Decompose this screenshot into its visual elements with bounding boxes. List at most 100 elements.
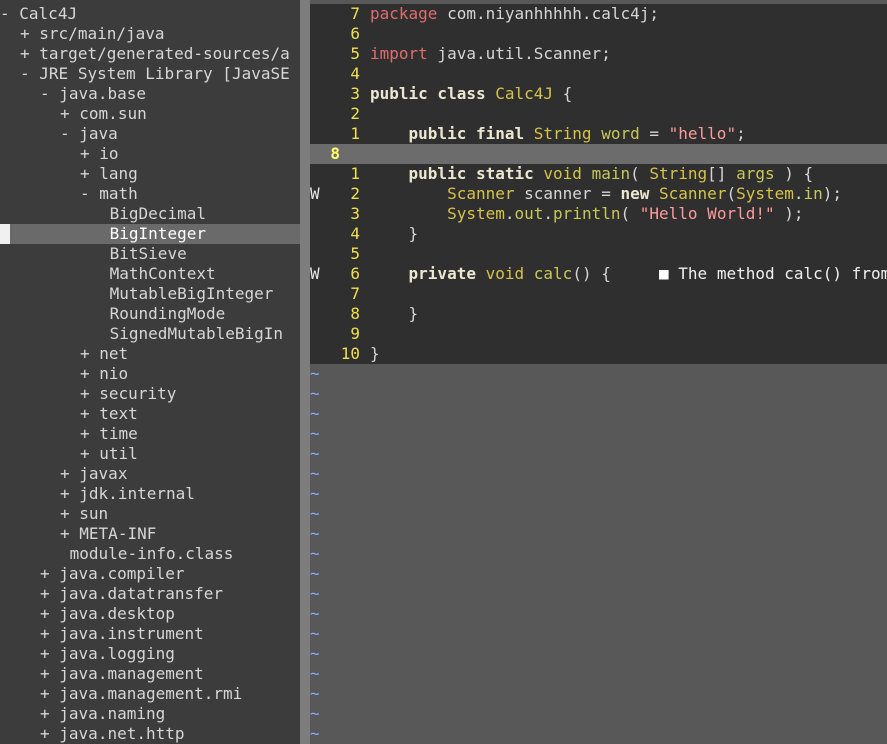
code-line[interactable]: 5 [310, 244, 887, 264]
tree-item[interactable]: MathContext [0, 264, 300, 284]
code-line[interactable]: 7 [310, 284, 887, 304]
tree-item[interactable]: module-info.class [0, 544, 300, 564]
tree-item[interactable]: + net [0, 344, 300, 364]
file-tree-panel[interactable]: - Calc4J + src/main/java + target/generate… [0, 0, 300, 744]
tree-item[interactable]: + nio [0, 364, 300, 384]
tree-item-marker[interactable]: + [40, 684, 50, 703]
tree-item[interactable]: + security [0, 384, 300, 404]
tree-item[interactable]: + java.net.http [0, 724, 300, 744]
tree-item[interactable]: + com.sun [0, 104, 300, 124]
tree-item-marker[interactable]: + [20, 44, 30, 63]
code-line[interactable]: 3 public class Calc4J { [310, 84, 887, 104]
tree-item-marker[interactable]: + [40, 644, 50, 663]
tree-item[interactable]: + java.logging [0, 644, 300, 664]
tree-item[interactable]: RoundingMode [0, 304, 300, 324]
tree-item-marker[interactable]: + [60, 104, 70, 123]
tree-item[interactable]: - math [0, 184, 300, 204]
tree-item[interactable]: + sun [0, 504, 300, 524]
tree-item[interactable]: + java.management [0, 664, 300, 684]
tree-item-marker[interactable]: + [40, 624, 50, 643]
tree-item-marker[interactable]: + [60, 484, 70, 503]
tree-item-marker[interactable]: - [0, 4, 10, 23]
code-text[interactable]: package com.niyanhhhhh.calc4j; [370, 4, 659, 24]
tree-item[interactable]: - java [0, 124, 300, 144]
tree-item-marker[interactable]: + [80, 424, 90, 443]
tree-item-marker[interactable]: + [40, 564, 50, 583]
tree-item-marker[interactable]: - [60, 124, 70, 143]
tree-item[interactable]: + java.naming [0, 704, 300, 724]
tree-item[interactable]: + lang [0, 164, 300, 184]
code-line[interactable]: 1 public static void main( String[] args… [310, 164, 887, 184]
tree-item-marker[interactable]: + [60, 504, 70, 523]
tree-item-marker[interactable]: - [80, 184, 90, 203]
tree-item[interactable]: - Calc4J [0, 4, 300, 24]
code-line[interactable]: W2 Scanner scanner = new Scanner(System.… [310, 184, 887, 204]
tree-item-marker[interactable]: + [60, 524, 70, 543]
tree-item-marker[interactable]: + [20, 24, 30, 43]
code-editor[interactable]: 7 package com.niyanhhhhh.calc4j; 6 5 import … [310, 0, 887, 744]
code-line[interactable]: 1 public final String word = "hello"; [310, 124, 887, 144]
tree-item-marker[interactable]: + [40, 604, 50, 623]
tree-item[interactable]: - java.base [0, 84, 300, 104]
tree-item-marker[interactable]: + [80, 164, 90, 183]
code-line[interactable]: W6 private void calc() { ■ The method ca… [310, 264, 887, 284]
tree-item[interactable]: + io [0, 144, 300, 164]
code-token: calc [533, 264, 573, 283]
code-text[interactable]: public static void main( String[] args )… [370, 164, 814, 184]
tree-item[interactable]: + java.instrument [0, 624, 300, 644]
tree-item[interactable]: MutableBigInteger [0, 284, 300, 304]
code-text[interactable]: } [370, 224, 419, 244]
tree-item[interactable]: - JRE System Library [JavaSE [0, 64, 300, 84]
tree-item-marker[interactable]: + [80, 404, 90, 423]
code-line[interactable]: 5 import java.util.Scanner; [310, 44, 887, 64]
tree-item[interactable]: BigInteger [0, 224, 300, 244]
tree-item[interactable]: + java.compiler [0, 564, 300, 584]
code-text[interactable]: public final String word = "hello"; [370, 124, 746, 144]
code-text[interactable]: Scanner scanner = new Scanner(System.in)… [370, 184, 842, 204]
tree-item[interactable]: + util [0, 444, 300, 464]
tree-item-marker[interactable]: + [80, 444, 90, 463]
tree-item[interactable]: + java.management.rmi [0, 684, 300, 704]
tree-item[interactable]: + text [0, 404, 300, 424]
tree-item-marker[interactable]: + [40, 724, 50, 743]
tree-item[interactable]: BitSieve [0, 244, 300, 264]
tree-item[interactable]: + src/main/java [0, 24, 300, 44]
code-line[interactable]: 10} [310, 344, 887, 364]
tree-item-marker[interactable]: - [40, 84, 50, 103]
code-line[interactable]: 6 [310, 24, 887, 44]
tree-item-marker[interactable]: + [40, 584, 50, 603]
tree-item-marker[interactable]: + [60, 464, 70, 483]
tree-item-marker[interactable]: - [20, 64, 30, 83]
code-text[interactable]: } [370, 304, 419, 324]
tree-item-marker[interactable]: + [40, 704, 50, 723]
tree-item-marker[interactable]: + [80, 384, 90, 403]
tree-item[interactable]: + jdk.internal [0, 484, 300, 504]
code-text[interactable]: } [370, 344, 380, 364]
code-line[interactable]: 7 package com.niyanhhhhh.calc4j; [310, 4, 887, 24]
tree-item[interactable]: BigDecimal [0, 204, 300, 224]
tree-item[interactable]: + java.desktop [0, 604, 300, 624]
tree-item-marker[interactable]: + [80, 344, 90, 363]
tree-item[interactable]: SignedMutableBigIn [0, 324, 300, 344]
code-line[interactable]: 9 [310, 324, 887, 344]
code-line[interactable]: 2 [310, 104, 887, 124]
tree-item-marker[interactable]: + [80, 144, 90, 163]
code-area[interactable]: 7 package com.niyanhhhhh.calc4j; 6 5 import … [310, 4, 887, 364]
code-line[interactable]: 3 System.out.println( "Hello World!" ); [310, 204, 887, 224]
code-text[interactable]: import java.util.Scanner; [370, 44, 611, 64]
code-text[interactable]: public class Calc4J { [370, 84, 572, 104]
window-split-divider[interactable] [300, 0, 310, 744]
code-line[interactable]: 4 [310, 64, 887, 84]
tree-item[interactable]: + time [0, 424, 300, 444]
tree-item[interactable]: + target/generated-sources/a [0, 44, 300, 64]
tree-item-marker[interactable]: + [80, 364, 90, 383]
code-text[interactable]: private void calc() { ■ The method calc(… [370, 264, 887, 284]
tree-item[interactable]: + META-INF [0, 524, 300, 544]
tree-item[interactable]: + java.datatransfer [0, 584, 300, 604]
tree-item[interactable]: + javax [0, 464, 300, 484]
code-line[interactable]: 8 } [310, 304, 887, 324]
code-line[interactable]: 8 [310, 144, 887, 164]
tree-item-marker[interactable]: + [40, 664, 50, 683]
code-line[interactable]: 4 } [310, 224, 887, 244]
code-text[interactable]: System.out.println( "Hello World!" ); [370, 204, 803, 224]
